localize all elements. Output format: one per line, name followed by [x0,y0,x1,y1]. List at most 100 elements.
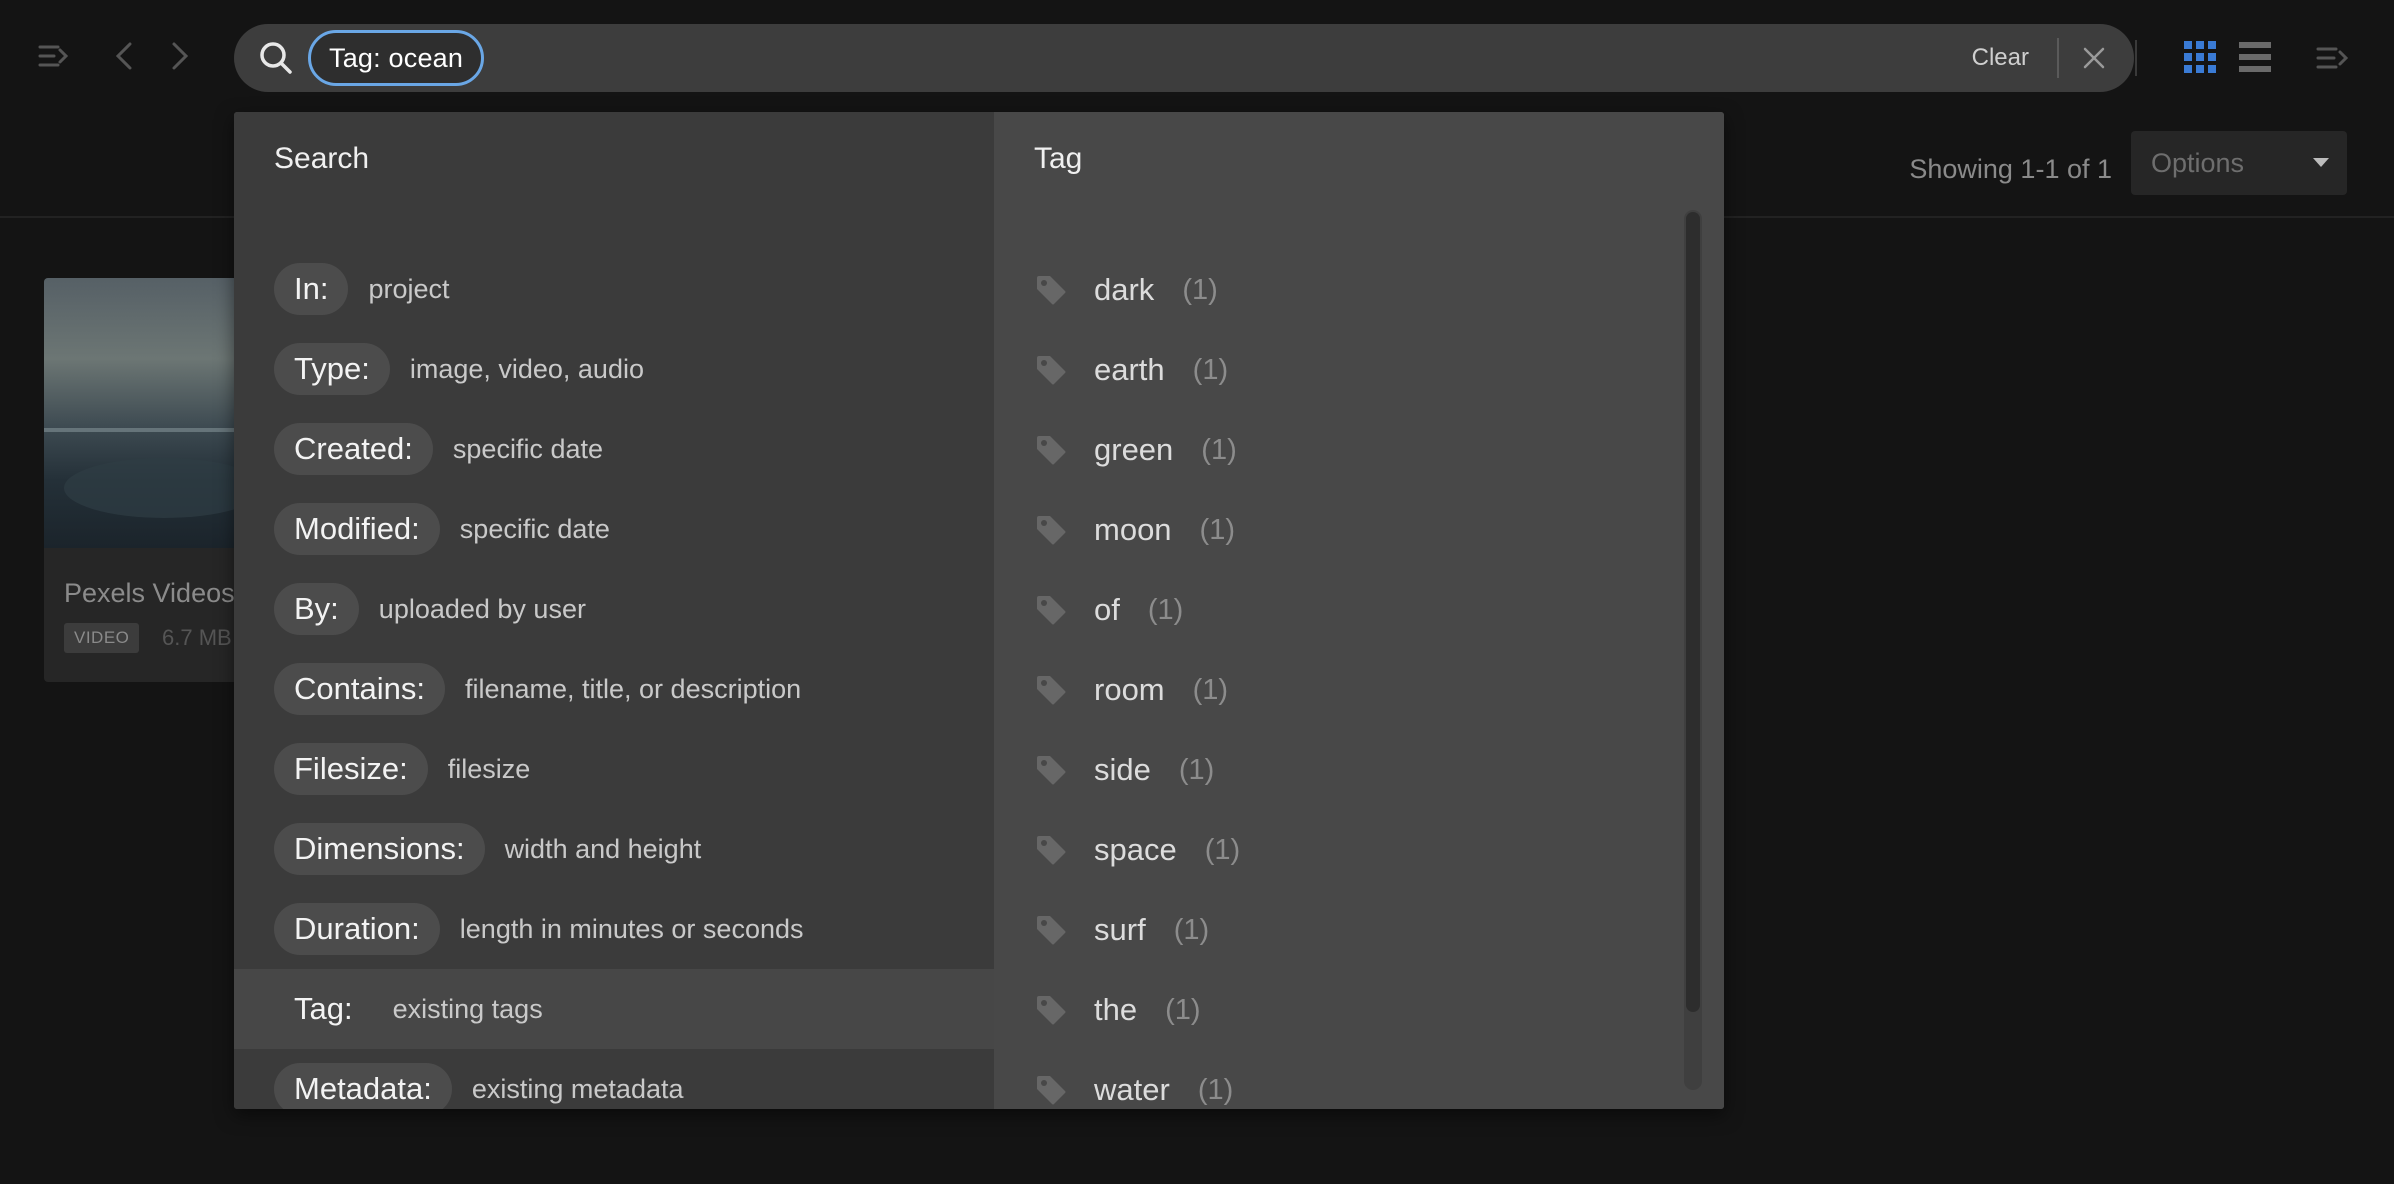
panel-toggle-icon[interactable] [2314,40,2350,76]
caret-down-icon [2313,158,2329,167]
tag-option[interactable]: side (1) [994,730,1684,810]
tag-count: (1) [1147,593,1184,626]
filter-description: project [368,273,450,304]
tag-option[interactable]: green (1) [994,410,1684,490]
tag-count: (1) [1192,673,1229,706]
tag-option[interactable]: water (1) [994,1050,1684,1109]
tag-icon [1037,596,1066,625]
tag-list-scrollbar-thumb[interactable] [1686,212,1700,1012]
filter-label: By: [274,583,359,635]
filter-option[interactable]: Created: specific date [234,409,994,489]
filter-label: Modified: [274,503,440,555]
tag-icon [1037,676,1066,705]
filter-label: Duration: [274,903,440,955]
filter-option[interactable]: Type: image, video, audio [234,329,994,409]
filter-label: Metadata: [274,1063,452,1109]
tag-name: space [1094,832,1177,867]
tag-icon [1037,916,1066,945]
filter-description: image, video, audio [409,353,644,384]
filter-option[interactable]: Dimensions: width and height [234,809,994,889]
tag-icon [1037,1076,1066,1105]
tag-count: (1) [1173,913,1210,946]
filter-option[interactable]: Duration: length in minutes or seconds [234,889,994,969]
filter-option[interactable]: Modified: specific date [234,489,994,569]
tag-icon [1037,516,1066,545]
filter-option[interactable]: Tag: existing tags [234,969,994,1049]
tag-name: earth [1094,352,1165,387]
tag-option[interactable]: moon (1) [994,490,1684,570]
tag-heading: Tag [1034,142,1083,175]
tag-name: of [1094,592,1120,627]
tag-name: room [1094,672,1165,707]
tag-name: dark [1094,272,1155,307]
search-bar[interactable]: Tag: ocean Clear [234,24,2134,92]
chevron-right-icon[interactable] [160,38,196,74]
clear-button[interactable]: Clear [1972,24,2029,92]
tag-icon [1037,276,1066,305]
filter-label: Created: [274,423,433,475]
filter-description: filesize [447,753,531,784]
tag-count: (1) [1199,513,1235,546]
search-suggestions-dropdown: Search In: project Type: image, video, audi… [234,112,1724,1109]
tag-count: (1) [1165,993,1201,1026]
list-view-icon[interactable] [2238,40,2272,74]
tag-count: (1) [1204,833,1241,866]
filter-label: Tag: [294,991,353,1026]
tag-icon [1037,436,1066,465]
tag-icon [1037,996,1066,1025]
tag-suggestions-column: Tag dark (1) earth (1) green (1) moon (1) of (1) r… [994,112,1724,1109]
tag-option[interactable]: dark (1) [994,250,1684,330]
tag-option[interactable]: surf (1) [994,890,1684,970]
filter-label: Contains: [274,663,445,715]
filter-description: filename, title, or description [464,673,802,704]
tag-count: (1) [1201,433,1237,466]
filter-description: uploaded by user [378,593,586,624]
media-title: Pexels Videos [64,578,235,608]
chevron-left-icon[interactable] [108,38,144,74]
sidebar-toggle-icon[interactable] [36,38,72,74]
tag-name: water [1094,1072,1170,1107]
tag-option[interactable]: space (1) [994,810,1684,890]
filter-description: specific date [452,433,603,464]
search-filters-column: Search In: project Type: image, video, audi… [234,112,994,1109]
filter-label: Dimensions: [274,823,485,875]
filter-option[interactable]: Contains: filename, title, or description [234,649,994,729]
tag-icon [1037,836,1066,865]
tag-icon [1037,756,1066,785]
filter-description: existing tags [392,993,543,1024]
tag-name: surf [1094,912,1146,947]
close-icon[interactable] [2076,40,2112,76]
tag-count: (1) [1178,753,1215,786]
tag-option[interactable]: the (1) [994,970,1684,1050]
options-dropdown[interactable]: Options [2131,131,2347,195]
tag-count: (1) [1197,1073,1234,1106]
tag-option[interactable]: room (1) [994,650,1684,730]
tag-name: green [1094,432,1174,467]
filter-description: existing metadata [471,1073,684,1104]
filter-option[interactable]: In: project [234,249,994,329]
filter-option[interactable]: Filesize: filesize [234,729,994,809]
media-type-badge: VIDEO [64,623,140,653]
filter-option[interactable]: By: uploaded by user [234,569,994,649]
tag-count: (1) [1192,353,1229,386]
divider [2135,40,2137,76]
tag-name: side [1094,752,1151,787]
tag-option[interactable]: earth (1) [994,330,1684,410]
filter-label: Filesize: [274,743,428,795]
results-count: Showing 1-1 of 1 [1909,154,2112,184]
tag-option[interactable]: of (1) [994,570,1684,650]
options-label: Options [2151,147,2245,178]
media-size: 6.7 MB [162,625,232,650]
filter-description: length in minutes or seconds [459,913,804,944]
filter-option[interactable]: Metadata: existing metadata [234,1049,994,1109]
filter-label: Type: [274,343,390,395]
tag-name: moon [1094,512,1172,547]
tag-name: the [1094,992,1138,1027]
tag-count: (1) [1182,273,1218,306]
search-heading: Search [274,142,370,175]
search-token-chip[interactable]: Tag: ocean [308,30,485,86]
grid-view-icon[interactable] [2183,40,2217,74]
top-bar: Tag: ocean Clear [0,0,2394,118]
filter-label: In: [274,263,349,315]
search-icon [260,42,292,74]
